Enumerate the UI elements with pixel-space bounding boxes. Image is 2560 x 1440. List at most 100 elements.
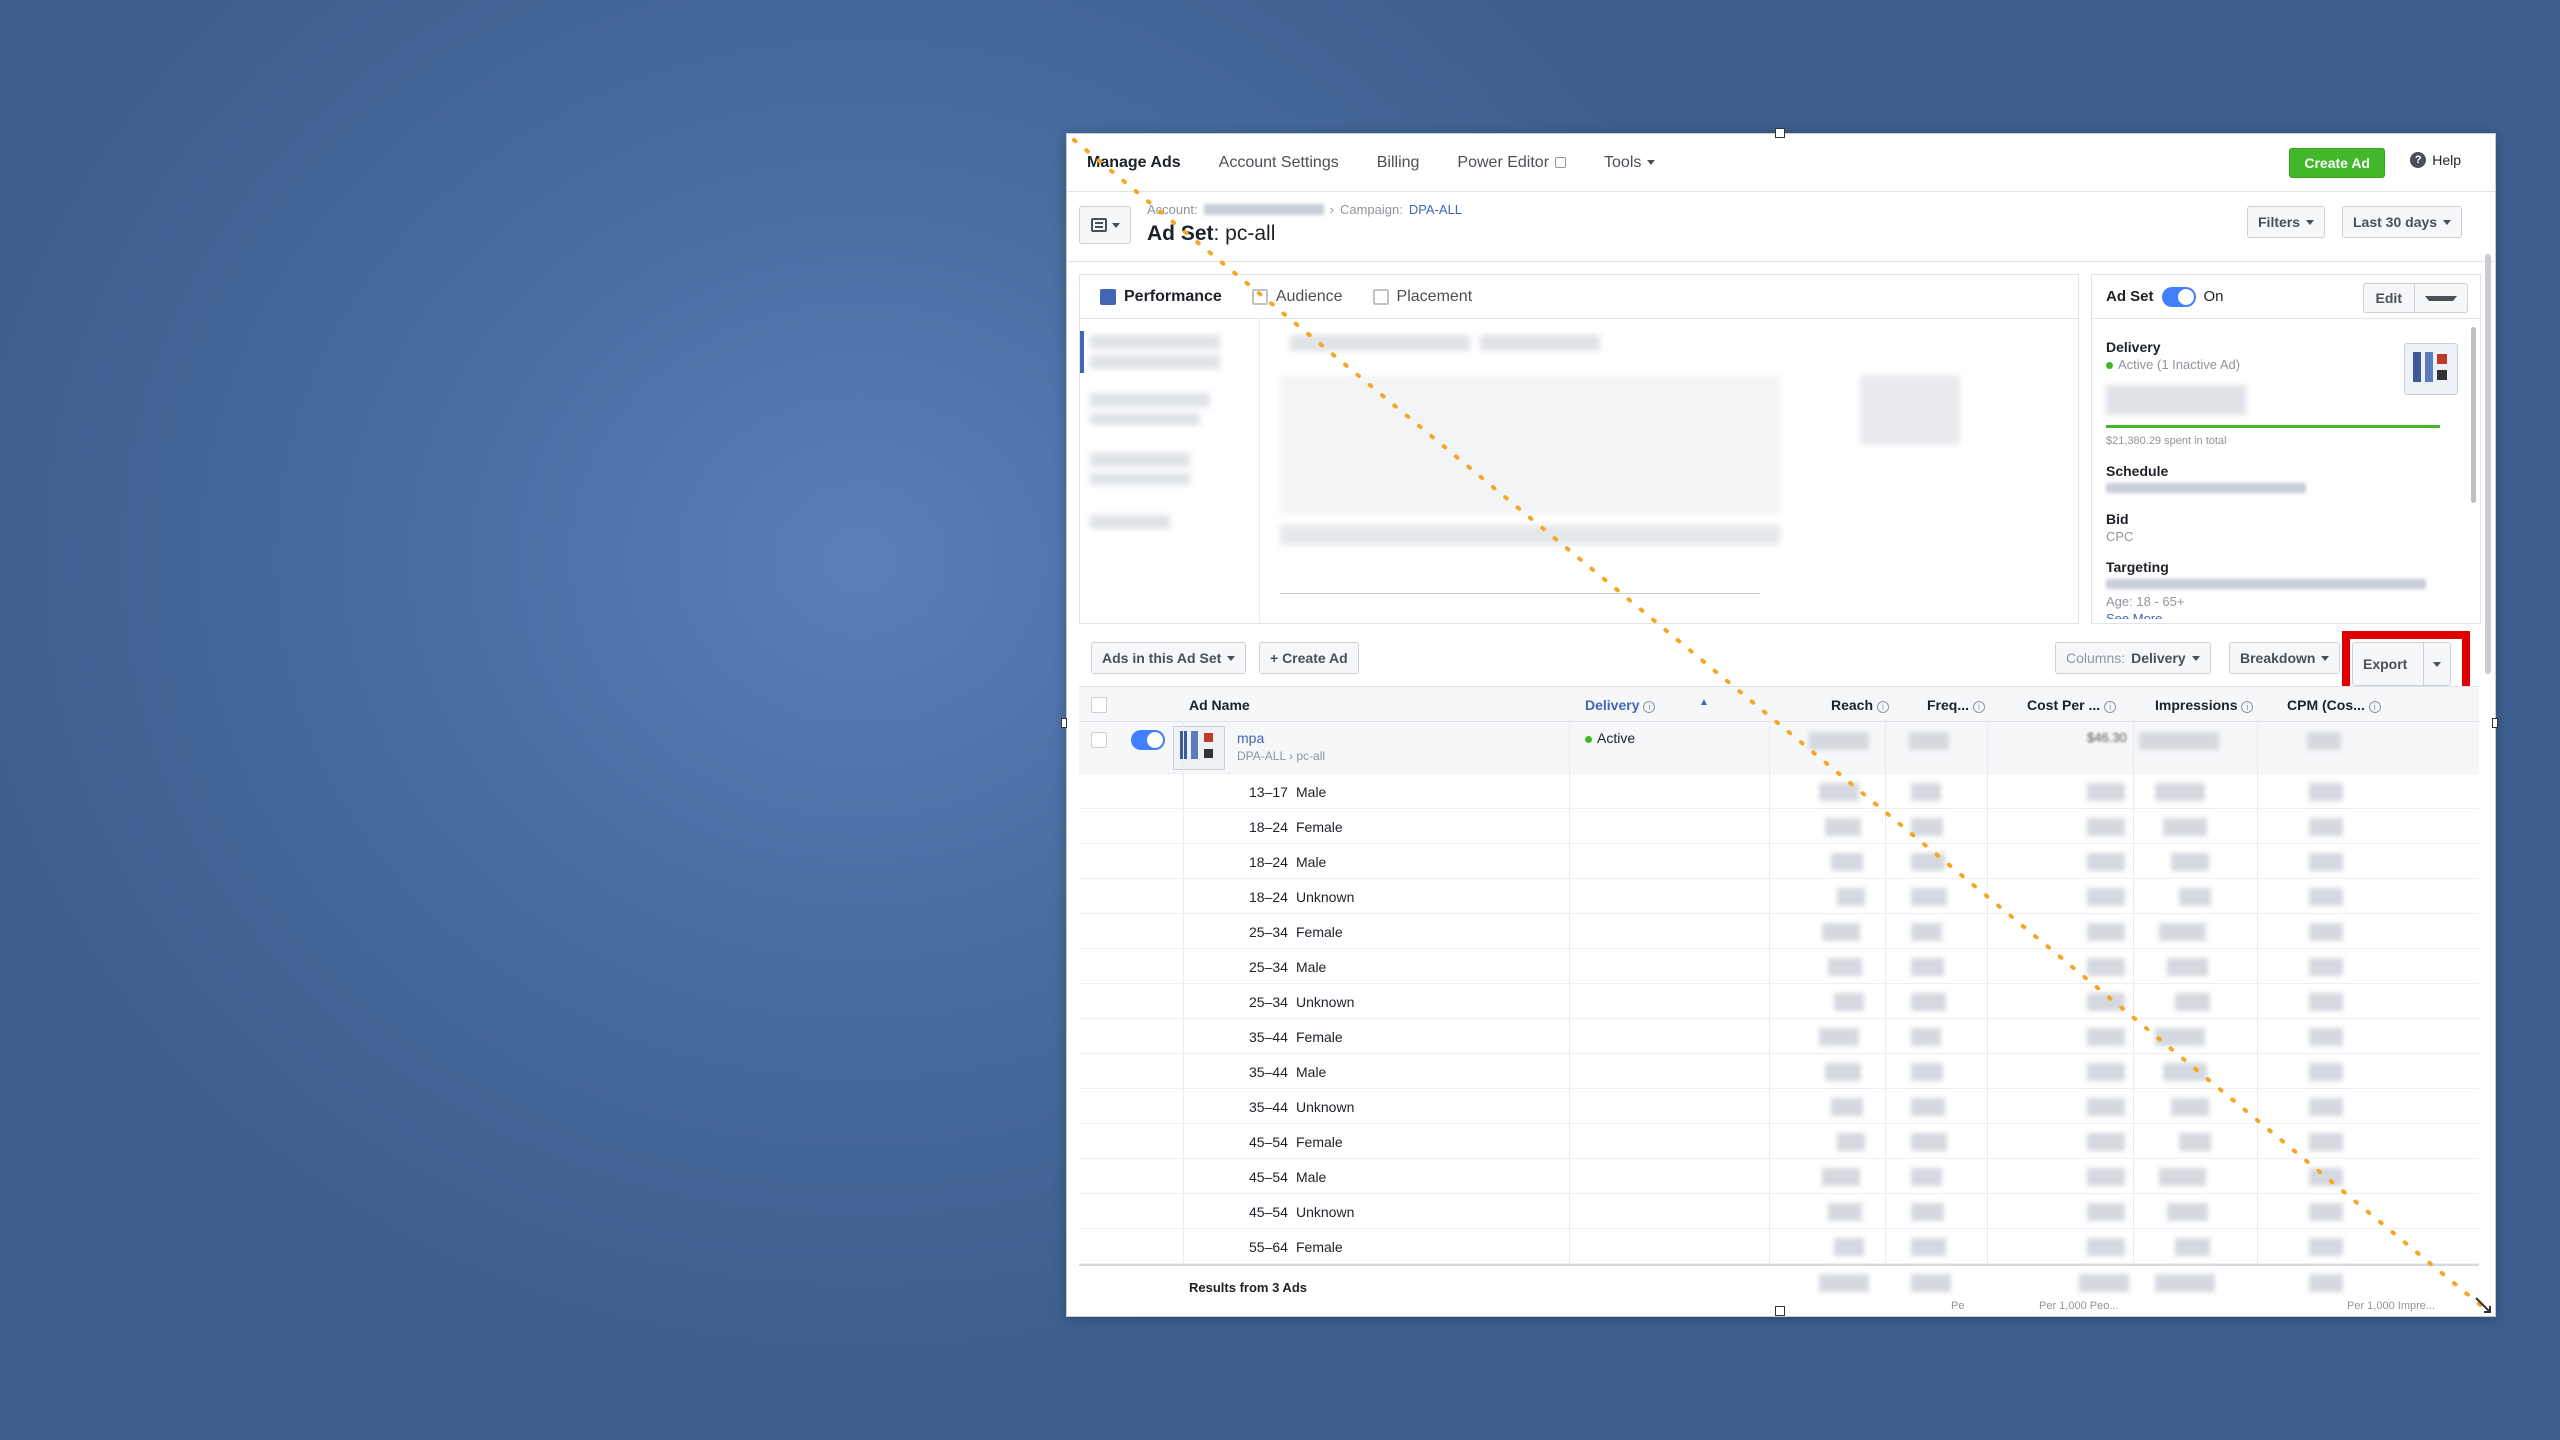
see-more-link[interactable]: See More	[2106, 611, 2426, 619]
select-all-checkbox[interactable]	[1091, 697, 1107, 713]
redacted-metric-cell	[1911, 993, 1946, 1011]
sidebar-scrollbar[interactable]	[2471, 327, 2476, 503]
col-cost-per[interactable]: Cost Per ... i	[2027, 697, 2117, 713]
info-icon: i	[1877, 701, 1890, 713]
table-row[interactable]: 18–24 Female	[1079, 809, 2479, 844]
col-reach[interactable]: Reach i	[1831, 697, 1890, 713]
table-row[interactable]: 55–64 Female	[1079, 1229, 2479, 1264]
resize-handle-left[interactable]	[1061, 718, 1067, 728]
gender: Male	[1296, 1064, 1327, 1080]
col-reach-label: Reach	[1831, 697, 1874, 713]
age-range: 55–64	[1249, 1239, 1288, 1255]
filters-button[interactable]: Filters	[2247, 206, 2326, 238]
page-scrollbar[interactable]	[2485, 194, 2493, 894]
date-range-label: Last 30 days	[2353, 214, 2438, 230]
col-impressions[interactable]: Impressions i	[2155, 697, 2254, 713]
age-range: 18–24	[1249, 889, 1288, 905]
ad-name-link[interactable]: mpa	[1237, 730, 1264, 746]
redacted-metric-cell	[2171, 853, 2209, 871]
nav-manage-ads[interactable]: Manage Ads	[1087, 154, 1181, 172]
table-row[interactable]: 35–44 Male	[1079, 1054, 2479, 1089]
delivery-status: Active	[1585, 730, 1635, 746]
redacted-metric[interactable]	[1090, 453, 1190, 467]
adset-name: : pc-all	[1213, 222, 1276, 245]
adset-toggle[interactable]	[2161, 286, 2196, 307]
col-cpm[interactable]: CPM (Cos... i	[2287, 697, 2381, 713]
col-cost-per-label: Cost Per ...	[2027, 697, 2101, 713]
gender: Female	[1296, 1029, 1343, 1045]
adset-label: Ad Set	[1147, 222, 1214, 245]
redacted-metric[interactable]	[1090, 413, 1200, 425]
table-row[interactable]: 25–34 Unknown	[1079, 984, 2479, 1019]
tab-placement[interactable]: Placement	[1372, 288, 1472, 306]
redacted-metric[interactable]	[1090, 515, 1170, 529]
info-icon: i	[2241, 701, 2254, 713]
ads-manager-window: Manage Ads Account Settings Billing Powe…	[1066, 133, 2496, 1317]
nav-tools[interactable]: Tools	[1604, 154, 1656, 172]
date-range-button[interactable]: Last 30 days	[2342, 206, 2463, 238]
export-button[interactable]: Export	[2352, 642, 2452, 686]
table-row[interactable]: 35–44 Unknown	[1079, 1089, 2479, 1124]
redacted-metric-cell	[2309, 958, 2343, 976]
age-range: 18–24	[1249, 854, 1288, 870]
redacted-metric-cell	[1911, 1098, 1945, 1116]
status-dot	[2106, 362, 2113, 369]
redacted-metric-cell	[1837, 1133, 1865, 1151]
breakdown-button[interactable]: Breakdown	[2229, 642, 2341, 674]
redacted-metric[interactable]	[1090, 335, 1220, 349]
nav-billing[interactable]: Billing	[1377, 154, 1420, 172]
col-ad-name[interactable]: Ad Name	[1189, 697, 1250, 713]
campaign-link[interactable]: DPA-ALL	[1409, 202, 1462, 217]
columns-button[interactable]: Columns: Delivery	[2055, 642, 2211, 674]
gender: Female	[1296, 1239, 1343, 1255]
table-row-ad[interactable]: mpa DPA-ALL › pc-all Active $46.30	[1079, 722, 2479, 774]
ad-toggle[interactable]	[1131, 730, 1165, 750]
help-label: Help	[2432, 152, 2461, 168]
table-row[interactable]: 45–54 Unknown	[1079, 1194, 2479, 1229]
redacted-metric-cell	[2179, 1133, 2211, 1151]
delivery-status-label: Active	[1597, 730, 1636, 746]
create-ad-table-button[interactable]: + Create Ad	[1259, 642, 1359, 674]
redacted-targeting	[2106, 579, 2426, 589]
resize-handle-right[interactable]	[2492, 718, 2498, 728]
tab-audience[interactable]: Audience	[1251, 288, 1343, 306]
bid-section: Bid CPC	[2106, 511, 2133, 544]
redacted-metric-cell	[2167, 958, 2208, 976]
tab-performance[interactable]: Performance	[1100, 288, 1222, 306]
redacted-metric[interactable]	[1090, 473, 1190, 485]
resize-handle-bottom[interactable]	[1775, 1306, 1785, 1316]
edit-button[interactable]: Edit	[2362, 283, 2468, 313]
redacted-metric[interactable]	[1090, 393, 1210, 407]
nav-power-editor[interactable]: Power Editor	[1457, 154, 1567, 172]
age-range: 35–44	[1249, 1064, 1288, 1080]
chevron-down-icon	[2191, 655, 2200, 661]
age-range: 25–34	[1249, 994, 1288, 1010]
create-ad-button[interactable]: Create Ad	[2289, 148, 2385, 178]
campaign-label: Campaign:	[1339, 202, 1403, 217]
edit-dropdown[interactable]	[2414, 284, 2467, 312]
gender: Female	[1296, 1134, 1343, 1150]
adset-sidebar: Ad Set On Edit Delivery Active (1 Inacti…	[2091, 274, 2481, 624]
chevron-down-icon	[1647, 160, 1656, 165]
menu-button[interactable]	[1079, 206, 1131, 244]
help-link[interactable]: ? Help	[2410, 152, 2461, 168]
row-checkbox[interactable]	[1091, 732, 1107, 748]
table-row[interactable]: 13–17 Male	[1079, 774, 2479, 809]
redacted-metric[interactable]	[1090, 355, 1220, 369]
redacted-metric-cell	[1911, 888, 1947, 906]
col-delivery[interactable]: Delivery i	[1585, 697, 1656, 713]
table-row[interactable]: 25–34 Male	[1079, 949, 2479, 984]
nav-account-settings[interactable]: Account Settings	[1219, 154, 1339, 172]
age-range: 45–54	[1249, 1169, 1288, 1185]
ads-in-set-button[interactable]: Ads in this Ad Set	[1091, 642, 1247, 674]
col-frequency[interactable]: Freq... i	[1927, 697, 1986, 713]
resize-handle-top[interactable]	[1775, 128, 1785, 138]
table-row[interactable]: 18–24 Male	[1079, 844, 2479, 879]
export-dropdown[interactable]	[2423, 643, 2450, 685]
table-row[interactable]: 18–24 Unknown	[1079, 879, 2479, 914]
table-row[interactable]: 45–54 Female	[1079, 1124, 2479, 1159]
table-row[interactable]: 25–34 Female	[1079, 914, 2479, 949]
info-icon: i	[1973, 701, 1986, 713]
table-row[interactable]: 45–54 Male	[1079, 1159, 2479, 1194]
table-row[interactable]: 35–44 Female	[1079, 1019, 2479, 1054]
